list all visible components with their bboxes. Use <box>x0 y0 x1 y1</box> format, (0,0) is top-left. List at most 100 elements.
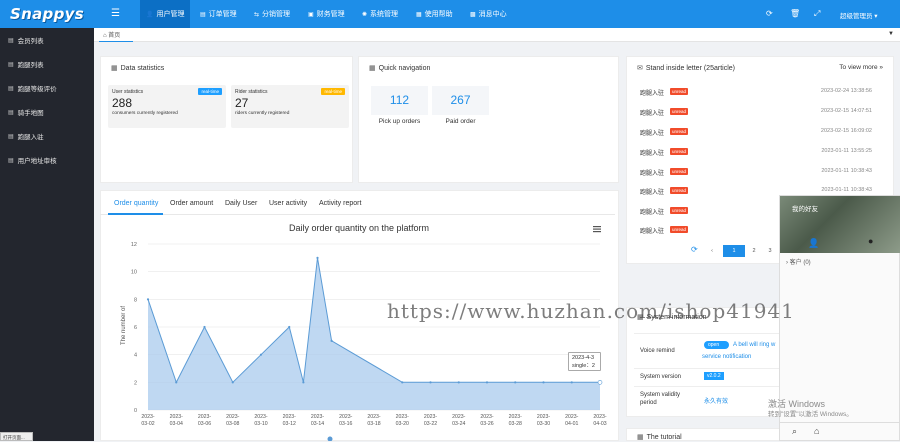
rider-statistics-box: Rider statistics real-time 27 riders cur… <box>231 85 349 128</box>
tab-active-underline <box>99 40 133 42</box>
letter-row[interactable]: 跑腿入驻 unread 2023-02-24 13:38:56 <box>640 88 872 98</box>
tab-home[interactable]: ⌂ 首页 <box>99 30 133 42</box>
more-icon[interactable]: ● <box>868 236 873 246</box>
page-3[interactable]: 3 <box>763 245 777 257</box>
data-point[interactable] <box>485 381 489 384</box>
chart-tab-order-quantity[interactable]: Order quantity <box>114 200 158 207</box>
chart-tab-user-activity[interactable]: User activity <box>269 200 307 207</box>
data-point[interactable] <box>514 381 517 384</box>
unread-badge: unread <box>670 207 689 214</box>
nav-distribution-management[interactable]: ⇆ 分销管理 <box>248 0 296 28</box>
quick-nav-value: 267 <box>450 93 471 107</box>
data-point[interactable] <box>457 381 460 384</box>
nav-label: 用户管理 <box>156 11 185 18</box>
data-point[interactable] <box>429 381 432 384</box>
nav-order-management[interactable]: ▤ 订单管理 <box>194 0 243 28</box>
data-point[interactable] <box>288 325 291 329</box>
list-icon: ▤ <box>8 109 14 116</box>
sidebar-item-address-review[interactable]: ▤ 用户地址审核 <box>0 148 94 172</box>
sidebar-item-rider-map[interactable]: ▤ 骑手地图 <box>0 100 94 124</box>
skin-icon[interactable]: ⌂ <box>814 426 819 436</box>
voice-desc: A bell will ring w <box>733 342 776 348</box>
x-tick-label: 2023-03-24 <box>452 414 466 427</box>
refresh-icon[interactable]: ⟳ <box>766 9 773 18</box>
nav-label: 分销管理 <box>262 11 291 18</box>
sidebar-item-label: 跑腿列表 <box>17 62 44 69</box>
data-point[interactable] <box>401 381 404 384</box>
pickup-orders-box[interactable]: 112 <box>371 86 428 115</box>
chart-tab-order-amount[interactable]: Order amount <box>170 200 213 207</box>
service-notification-link[interactable]: service notification <box>702 354 751 360</box>
trash-icon[interactable]: 🗑 <box>790 9 800 18</box>
chart-tab-activity-report[interactable]: Activity report <box>319 200 361 207</box>
quick-nav-value: 112 <box>389 93 410 107</box>
letter-title: 跑腿入驻 <box>640 131 665 137</box>
toggle-label: open <box>708 342 720 348</box>
stat-value: 288 <box>112 96 133 110</box>
data-point[interactable] <box>597 380 603 385</box>
data-point[interactable] <box>302 381 305 384</box>
letter-title: 跑腿入驻 <box>640 91 665 97</box>
page-1[interactable]: 1 <box>723 245 745 257</box>
nav-help[interactable]: ▦ 使用帮助 <box>410 0 459 28</box>
user-menu[interactable]: 超级管理员 ▾ <box>840 10 878 20</box>
y-tick-label: 10 <box>131 270 137 276</box>
tabs-dropdown-icon[interactable]: ▼ <box>888 31 894 37</box>
quick-nav-label[interactable]: Paid order <box>432 118 489 125</box>
nav-message-center[interactable]: ▩ 消息中心 <box>464 0 513 28</box>
logo[interactable]: Snappys <box>0 0 94 28</box>
data-point[interactable] <box>316 256 319 259</box>
view-more-link[interactable]: To view more » <box>839 64 883 71</box>
chart-tab-daily-user[interactable]: Daily User <box>225 200 257 207</box>
unread-badge: unread <box>670 88 689 95</box>
chart-menu-icon[interactable] <box>593 226 601 233</box>
menu-toggle-icon[interactable]: ☰ <box>111 8 120 19</box>
realtime-tag: real-time <box>198 88 222 95</box>
voice-toggle[interactable]: open <box>704 341 730 349</box>
search-icon[interactable]: ⌕ <box>792 426 797 437</box>
data-point[interactable] <box>330 339 333 342</box>
grid-icon: ▦ <box>111 65 118 72</box>
nav-label: 订单管理 <box>208 11 237 18</box>
data-point[interactable] <box>231 381 234 384</box>
sidebar-item-errand-rating[interactable]: ▤ 跑腿等级评价 <box>0 76 94 100</box>
friend-group[interactable]: › 客户 (0) <box>786 257 811 266</box>
chart-tooltip: 2023-4-3 single：2 <box>568 352 601 371</box>
system-row-key: System version <box>640 374 682 380</box>
letter-row[interactable]: 跑腿入驻 unread 2023-01-11 10:38:43 <box>640 168 872 178</box>
unread-badge: unread <box>670 168 689 175</box>
page-2[interactable]: 2 <box>747 245 761 257</box>
data-point[interactable] <box>203 325 206 329</box>
contacts-icon[interactable]: 👤 <box>808 238 819 249</box>
sidebar-item-errand-list[interactable]: ▤ 跑腿列表 <box>0 52 94 76</box>
data-point[interactable] <box>542 381 545 384</box>
letter-row[interactable]: 跑腿入驻 unread 2023-01-11 13:55:25 <box>640 148 872 158</box>
letter-title: 跑腿入驻 <box>640 190 665 196</box>
nav-user-management[interactable]: 👤 用户管理 <box>140 0 191 28</box>
sidebar-item-errand-entry[interactable]: ▤ 跑腿入驻 <box>0 124 94 148</box>
letter-row[interactable]: 跑腿入驻 unread 2023-02-15 16:09:02 <box>640 128 872 138</box>
sidebar-item-label: 骑手地图 <box>17 110 44 117</box>
refresh-icon[interactable]: ⟳ <box>691 245 698 254</box>
data-point[interactable] <box>259 353 263 356</box>
fullscreen-icon[interactable]: ⤢ <box>814 9 820 19</box>
page-prev[interactable]: ‹ <box>705 245 719 257</box>
order-quantity-chart: Daily order quantity on the platform The… <box>121 223 607 442</box>
sidebar-item-member-list[interactable]: ▤ 会员列表 <box>0 28 94 52</box>
chat-panel-title: 我的好友 <box>792 206 818 213</box>
data-point[interactable] <box>175 381 178 384</box>
card-title: ▦ The tutorial <box>637 433 682 441</box>
list-icon: ▤ <box>8 133 14 140</box>
paid-order-box[interactable]: 267 <box>432 86 489 115</box>
nav-finance-management[interactable]: ▣ 财务管理 <box>302 0 351 28</box>
system-row-key: System validity period <box>640 392 681 406</box>
quick-nav-label[interactable]: Pick up orders <box>371 118 428 125</box>
data-point[interactable] <box>146 298 150 301</box>
x-tick-label: 2023-03-28 <box>509 414 523 427</box>
letter-row[interactable]: 跑腿入驻 unread 2023-02-15 14:07:51 <box>640 108 872 118</box>
user-statistics-box: User statistics real-time 288 consumers … <box>108 85 226 128</box>
nav-label: 消息中心 <box>478 11 507 18</box>
data-point[interactable] <box>570 381 573 384</box>
chart-legend[interactable] <box>327 436 333 442</box>
nav-system-management[interactable]: ✺ 系统管理 <box>356 0 404 28</box>
